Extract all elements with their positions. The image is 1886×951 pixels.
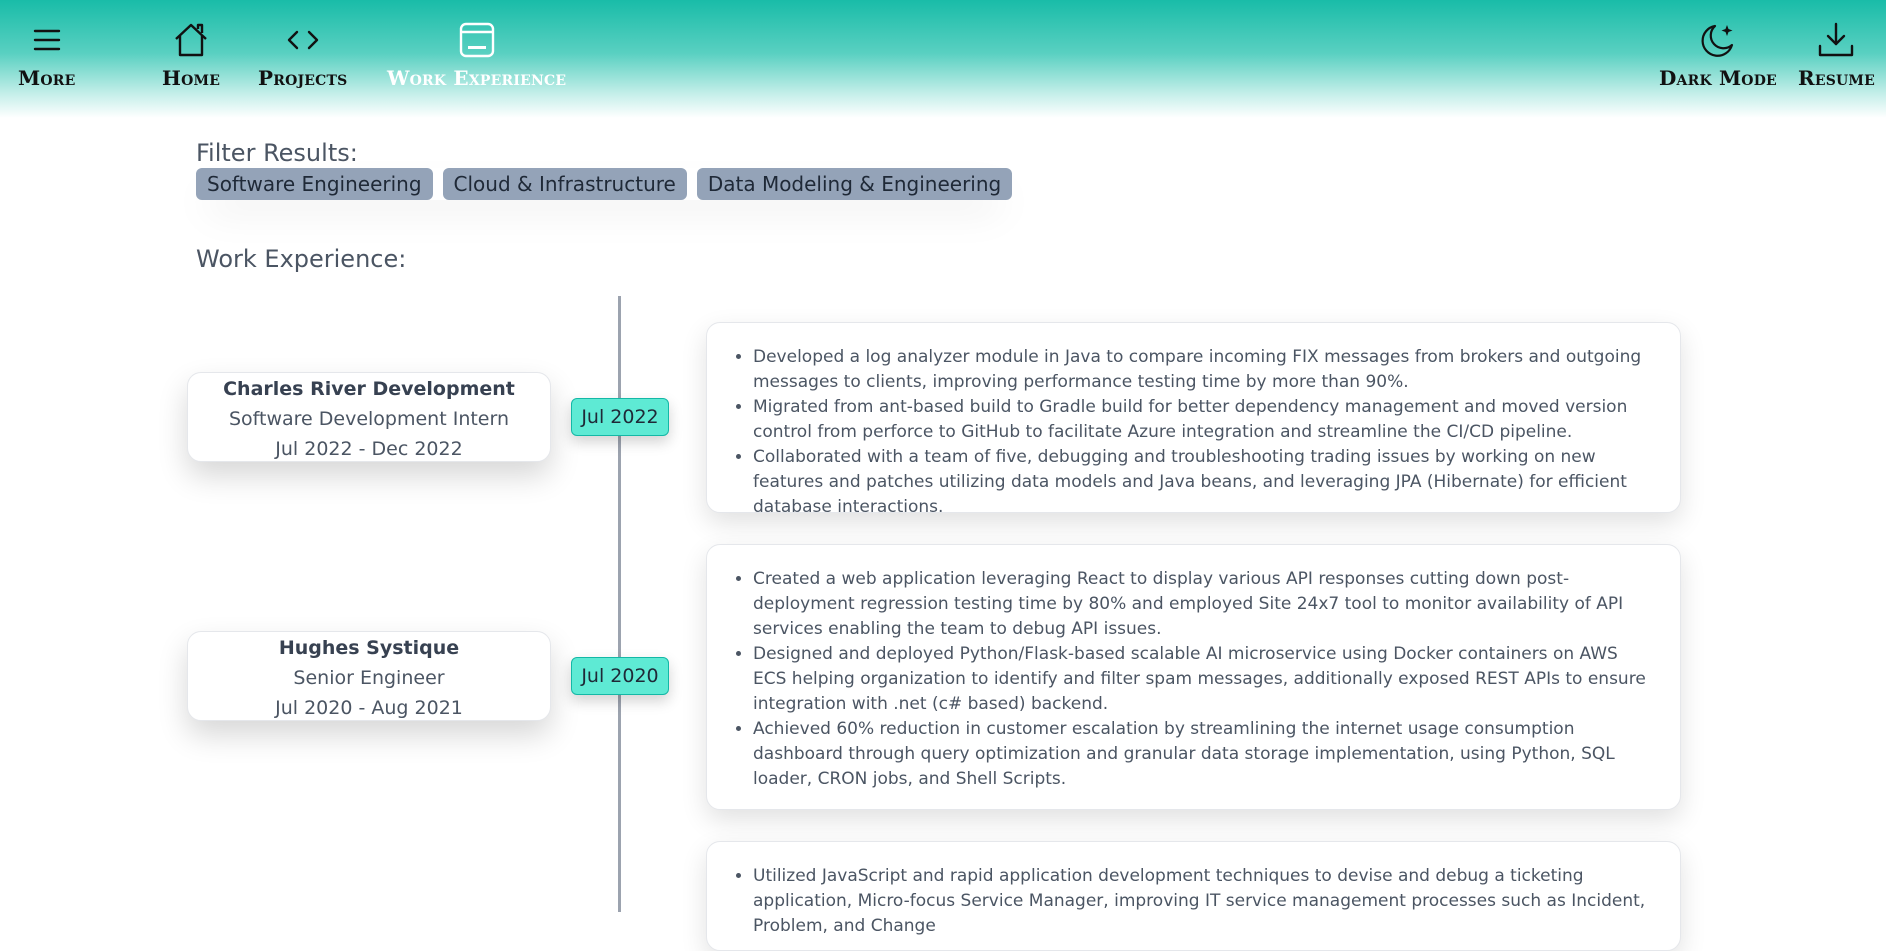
resume-download-button[interactable]: Resume bbox=[1798, 20, 1875, 90]
company-card-charles-river: Charles River Development Software Devel… bbox=[187, 372, 551, 462]
bullet-item: Created a web application leveraging Rea… bbox=[753, 567, 1652, 642]
bullet-item: Developed a log analyzer module in Java … bbox=[753, 345, 1652, 395]
filter-results-heading: Filter Results: bbox=[196, 139, 358, 167]
bullet-item: Achieved 60% reduction in customer escal… bbox=[753, 717, 1652, 792]
bullet-list: Developed a log analyzer module in Java … bbox=[725, 345, 1652, 520]
top-navigation-bar: More Home Projects Work Experience Dark … bbox=[0, 0, 1886, 118]
company-card-hughes-systique: Hughes Systique Senior Engineer Jul 2020… bbox=[187, 631, 551, 721]
nav-more-label: More bbox=[18, 66, 76, 90]
dark-mode-toggle[interactable]: Dark Mode bbox=[1659, 20, 1777, 90]
timeline-date-badge: Jul 2022 bbox=[571, 398, 669, 436]
experience-description-card: Utilized JavaScript and rapid applicatio… bbox=[706, 841, 1681, 951]
download-icon bbox=[1819, 22, 1854, 57]
bullet-item: Utilized JavaScript and rapid applicatio… bbox=[753, 864, 1652, 939]
job-role: Senior Engineer bbox=[293, 667, 445, 689]
filter-chip-software-engineering[interactable]: Software Engineering bbox=[196, 168, 433, 200]
resume-label: Resume bbox=[1798, 66, 1875, 90]
work-experience-heading: Work Experience: bbox=[196, 245, 407, 273]
job-period: Jul 2022 - Dec 2022 bbox=[275, 438, 463, 460]
dark-mode-label: Dark Mode bbox=[1659, 66, 1777, 90]
job-period: Jul 2020 - Aug 2021 bbox=[275, 697, 463, 719]
nav-work-experience-button[interactable]: Work Experience bbox=[387, 20, 566, 90]
bullet-item: Collaborated with a team of five, debugg… bbox=[753, 445, 1652, 520]
nav-home-button[interactable]: Home bbox=[162, 20, 220, 90]
window-icon bbox=[459, 22, 494, 58]
home-icon bbox=[175, 23, 207, 57]
nav-more-button[interactable]: More bbox=[18, 20, 75, 90]
experience-description-card: Developed a log analyzer module in Java … bbox=[706, 322, 1681, 517]
experience-description-card: Created a web application leveraging Rea… bbox=[706, 544, 1681, 810]
code-icon bbox=[287, 30, 318, 50]
bullet-list: Created a web application leveraging Rea… bbox=[725, 567, 1652, 792]
company-name: Charles River Development bbox=[223, 378, 515, 400]
bullet-item: Migrated from ant-based build to Gradle … bbox=[753, 395, 1652, 445]
moon-stars-icon bbox=[1701, 24, 1734, 57]
company-name: Hughes Systique bbox=[278, 637, 460, 659]
bullet-item: Designed and deployed Python/Flask-based… bbox=[753, 642, 1652, 717]
bullet-list: Utilized JavaScript and rapid applicatio… bbox=[725, 864, 1652, 939]
nav-home-label: Home bbox=[162, 66, 221, 90]
nav-projects-label: Projects bbox=[258, 66, 348, 90]
nav-projects-button[interactable]: Projects bbox=[258, 20, 347, 90]
filter-chip-group: Software Engineering Cloud & Infrastruct… bbox=[196, 168, 1013, 200]
timeline-date-badge: Jul 2020 bbox=[571, 657, 669, 695]
menu-icon bbox=[33, 29, 60, 51]
nav-work-experience-label: Work Experience bbox=[387, 66, 567, 90]
filter-chip-data-modeling[interactable]: Data Modeling & Engineering bbox=[696, 168, 1013, 200]
timeline-line bbox=[618, 296, 621, 912]
job-role: Software Development Intern bbox=[228, 408, 510, 430]
filter-chip-cloud-infrastructure[interactable]: Cloud & Infrastructure bbox=[442, 168, 687, 200]
